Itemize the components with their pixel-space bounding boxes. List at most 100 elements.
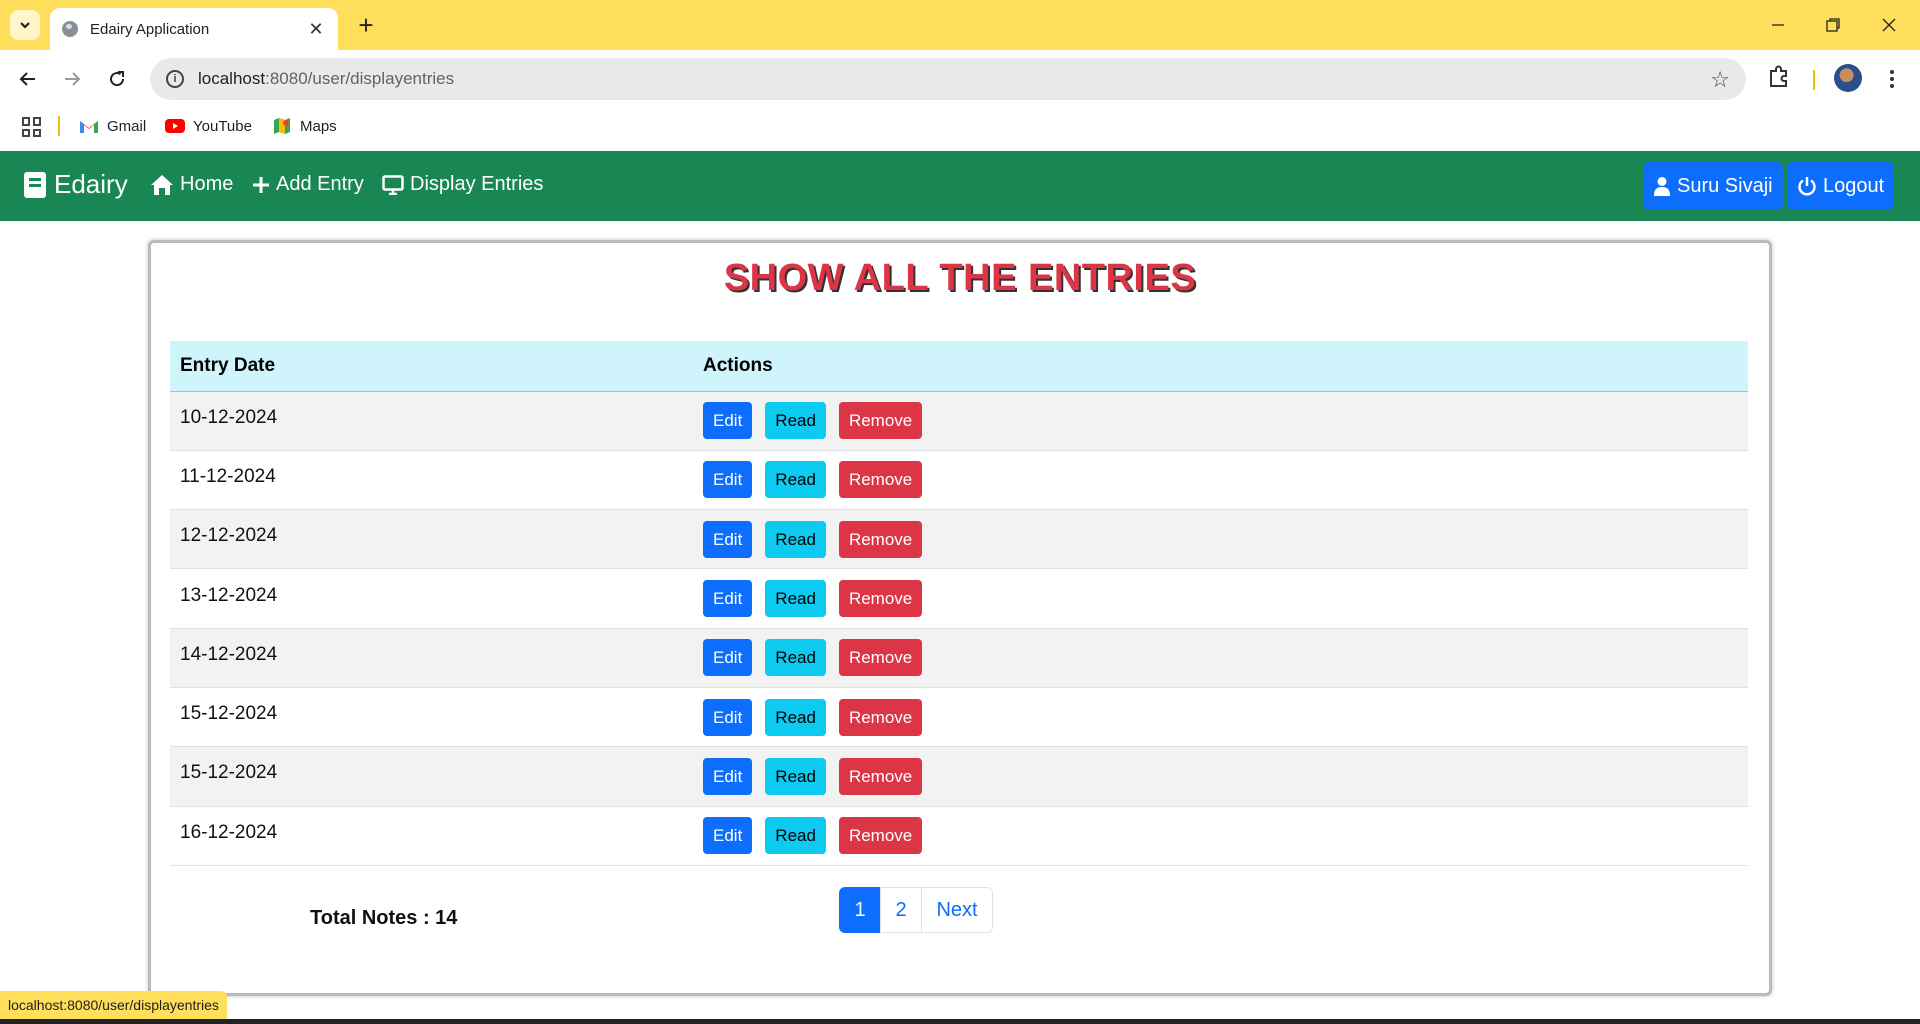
- remove-button[interactable]: Remove: [838, 639, 923, 677]
- url-input[interactable]: i localhost:8080/user/displayentries ☆: [150, 58, 1746, 100]
- entry-date: 12-12-2024: [180, 525, 278, 547]
- browser-menu-icon[interactable]: [1884, 63, 1900, 95]
- remove-button[interactable]: Remove: [838, 817, 923, 855]
- nav-display-entries[interactable]: Display Entries: [382, 173, 543, 196]
- extensions-icon[interactable]: [1766, 64, 1796, 94]
- tab-title: Edairy Application: [90, 20, 210, 38]
- table-row: 15-12-2024 Edit Read Remove: [170, 746, 1748, 807]
- user-profile-button[interactable]: Suru Sivaji: [1643, 162, 1783, 210]
- entry-date: 10-12-2024: [180, 406, 278, 428]
- row-actions: Edit Read Remove: [693, 510, 1748, 569]
- remove-button[interactable]: Remove: [838, 698, 923, 736]
- table-row: 15-12-2024 Edit Read Remove: [170, 687, 1748, 747]
- close-window-icon[interactable]: [1874, 10, 1904, 40]
- row-actions: Edit Read Remove: [693, 569, 1748, 628]
- close-tab-icon[interactable]: ✕: [306, 19, 326, 40]
- taskbar-edge: [0, 1019, 1920, 1024]
- browser-tab-bar: Edairy Application ✕ +: [0, 0, 1920, 50]
- read-button[interactable]: Read: [765, 639, 826, 677]
- remove-button[interactable]: Remove: [838, 757, 923, 795]
- bookmark-maps[interactable]: Maps: [272, 114, 337, 138]
- remove-button[interactable]: Remove: [838, 580, 923, 618]
- column-header-entry-date: Entry Date: [170, 341, 693, 392]
- entry-date: 15-12-2024: [180, 762, 278, 784]
- browser-tab[interactable]: Edairy Application ✕: [50, 8, 338, 50]
- restore-icon[interactable]: [1818, 10, 1848, 40]
- gmail-icon: [80, 121, 98, 133]
- edit-button[interactable]: Edit: [703, 698, 753, 736]
- power-icon: [1798, 177, 1816, 196]
- edit-button[interactable]: Edit: [703, 520, 753, 558]
- table-row: 11-12-2024 Edit Read Remove: [170, 450, 1748, 510]
- back-button[interactable]: [12, 63, 44, 95]
- site-info-icon[interactable]: i: [166, 70, 184, 88]
- reload-button[interactable]: [101, 63, 133, 95]
- entry-date: 15-12-2024: [180, 703, 278, 725]
- next-page-link[interactable]: Next: [921, 887, 993, 933]
- bookmarks-divider: [58, 116, 60, 136]
- arrow-left-icon: [19, 72, 35, 86]
- app-navbar: Edairy Home Add Entry Display Entries Su…: [0, 151, 1920, 221]
- monitor-icon: [382, 174, 404, 195]
- row-actions: Edit Read Remove: [693, 747, 1748, 806]
- edit-button[interactable]: Edit: [703, 817, 753, 855]
- url-path: :8080/user/displayentries: [265, 69, 455, 88]
- edit-button[interactable]: Edit: [703, 639, 753, 677]
- row-actions: Edit Read Remove: [693, 687, 1748, 746]
- bookmark-star-icon[interactable]: ☆: [1710, 67, 1730, 93]
- table-header-row: Entry Date Actions: [170, 341, 1748, 392]
- youtube-icon: [165, 119, 185, 133]
- read-button[interactable]: Read: [765, 461, 826, 499]
- entries-table: Entry Date Actions 10-12-2024 Edit Read Rem…: [170, 341, 1748, 866]
- user-name: Suru Sivaji: [1677, 174, 1773, 197]
- entries-card: SHOW ALL THE ENTRIES Entry Date Actions …: [148, 240, 1772, 996]
- remove-button[interactable]: Remove: [838, 461, 923, 499]
- read-button[interactable]: Read: [765, 402, 826, 440]
- table-row: 16-12-2024 Edit Read Remove: [170, 806, 1748, 866]
- book-icon: [24, 171, 46, 198]
- plus-icon: [253, 176, 269, 193]
- status-url-tooltip: localhost:8080/user/displayentries: [0, 991, 227, 1019]
- edit-button[interactable]: Edit: [703, 402, 753, 440]
- reload-icon: [110, 71, 125, 87]
- bookmark-label: Gmail: [107, 117, 147, 135]
- edit-button[interactable]: Edit: [703, 580, 753, 618]
- home-icon: [151, 174, 173, 195]
- bookmark-gmail[interactable]: Gmail: [79, 114, 146, 138]
- read-button[interactable]: Read: [765, 520, 826, 558]
- nav-add-entry[interactable]: Add Entry: [252, 173, 364, 196]
- logout-button[interactable]: Logout: [1787, 162, 1895, 210]
- read-button[interactable]: Read: [765, 757, 826, 795]
- forward-button[interactable]: [56, 63, 88, 95]
- entry-date: 16-12-2024: [180, 821, 278, 843]
- bookmark-youtube[interactable]: YouTube: [165, 114, 252, 138]
- column-header-actions: Actions: [693, 341, 1748, 392]
- edit-button[interactable]: Edit: [703, 757, 753, 795]
- page-2-link[interactable]: 2: [880, 887, 922, 933]
- profile-avatar[interactable]: [1834, 64, 1862, 92]
- page-1-link[interactable]: 1: [839, 887, 881, 933]
- table-row: 13-12-2024 Edit Read Remove: [170, 569, 1748, 629]
- read-button[interactable]: Read: [765, 817, 826, 855]
- entry-date: 14-12-2024: [180, 643, 278, 665]
- toolbar-divider: [1813, 70, 1815, 90]
- nav-home[interactable]: Home: [150, 173, 233, 196]
- minimize-icon[interactable]: [1763, 10, 1793, 40]
- read-button[interactable]: Read: [765, 698, 826, 736]
- row-actions: Edit Read Remove: [693, 391, 1748, 450]
- apps-grid-icon[interactable]: [22, 117, 42, 137]
- edit-button[interactable]: Edit: [703, 461, 753, 499]
- nav-add-entry-label: Add Entry: [276, 173, 364, 195]
- row-actions: Edit Read Remove: [693, 628, 1748, 687]
- new-tab-button[interactable]: +: [352, 10, 380, 40]
- page-title: SHOW ALL THE ENTRIES: [723, 257, 1197, 299]
- brand-link[interactable]: Edairy: [24, 169, 128, 200]
- address-bar-row: i localhost:8080/user/displayentries ☆: [0, 50, 1920, 108]
- remove-button[interactable]: Remove: [838, 520, 923, 558]
- row-actions: Edit Read Remove: [693, 806, 1748, 865]
- read-button[interactable]: Read: [765, 580, 826, 618]
- entry-date: 11-12-2024: [180, 465, 276, 487]
- tab-search-button[interactable]: [10, 10, 40, 40]
- logout-label: Logout: [1823, 174, 1885, 197]
- remove-button[interactable]: Remove: [838, 402, 923, 440]
